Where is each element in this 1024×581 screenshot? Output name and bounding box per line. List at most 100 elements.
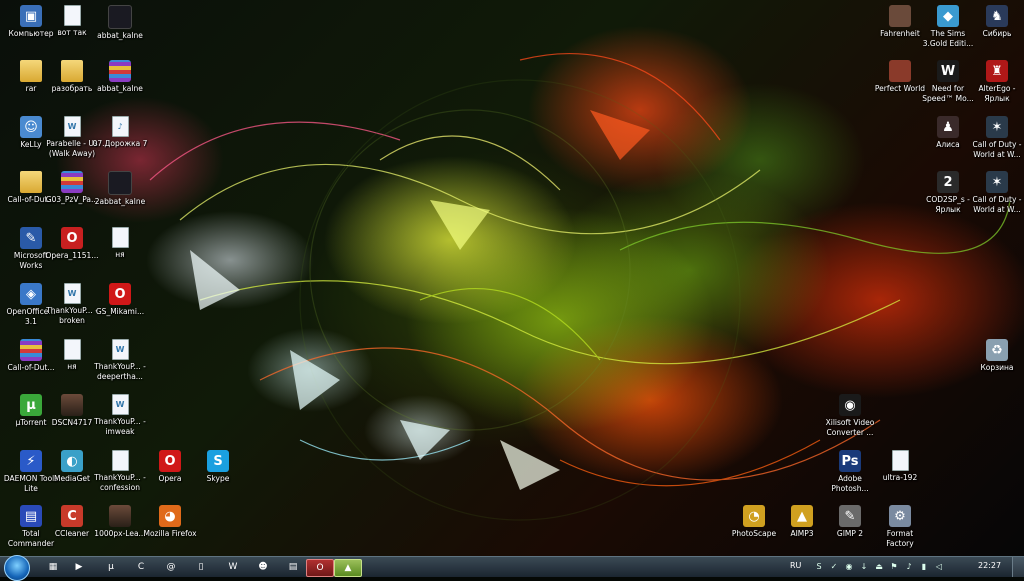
ccleaner-icon[interactable]: C	[130, 559, 152, 575]
game-cod-icon: ✶	[986, 171, 1008, 193]
desktop-icon[interactable]: ♻ Корзина	[969, 339, 1024, 373]
ccleaner-icon: C	[61, 505, 83, 527]
desktop-icon[interactable]: O GS_Mikami...	[92, 283, 148, 317]
desktop-icon[interactable]: Ps Adobe Photosh...	[822, 450, 878, 493]
recycle-bin-icon: ♻	[986, 339, 1008, 361]
speaker-icon[interactable]: ◁	[934, 560, 944, 572]
antivirus-icon[interactable]: ✓	[829, 560, 839, 572]
photoscape-icon: ◔	[743, 505, 765, 527]
desktop-icon-label: GS_Mikami...	[95, 307, 145, 316]
game-alice-icon: ♟	[937, 116, 959, 138]
skype-icon[interactable]: S	[814, 560, 824, 572]
desktop-icon[interactable]: 2 COD2SP_s - Ярлык	[920, 171, 976, 214]
desktop-icon[interactable]: ThankYouP... - confession	[92, 450, 148, 492]
winrar-icon	[61, 171, 83, 193]
works-icon: ✎	[20, 227, 42, 249]
opera-icon: O	[109, 283, 131, 305]
word-document-icon: W	[63, 116, 81, 137]
start-button[interactable]	[4, 555, 30, 581]
desktop-icon[interactable]: ◆ The Sims 3.Gold Editi...	[920, 5, 976, 48]
desktop-icon[interactable]: abbat_kalne	[92, 60, 148, 94]
word-document-icon: W	[111, 339, 129, 360]
desktop-icon[interactable]: ultra-192	[872, 450, 928, 483]
desktop-icon-label: abbat_kalne	[97, 84, 143, 93]
desktop-icon[interactable]: ✶ Call of Duty - World at W...	[969, 171, 1024, 214]
users-icon: ☺	[20, 116, 42, 138]
media-player-icon[interactable]: ▶	[68, 559, 90, 575]
desktop-icon-label: 1000px-Lea...	[94, 529, 146, 538]
opera-icon: O	[159, 450, 181, 472]
aimp-icon: ▲	[791, 505, 813, 527]
firefox-icon: ◕	[159, 505, 181, 527]
computer-icon: ▣	[20, 5, 42, 27]
game-syberia-icon: ♞	[986, 5, 1008, 27]
battery-icon[interactable]: ▮	[919, 560, 929, 572]
desktop-icon-label: Mozilla Firefox	[143, 529, 197, 538]
folder-icon	[20, 60, 42, 82]
desktop-icon-label: ThankYouP... - confession	[94, 473, 146, 492]
desktop-icon-label: ня	[115, 250, 125, 259]
taskbar: ▦ ▶ µ C @ ▯ W ☻ ▤ O ▲ RU S ✓ ◉ ↓ ⏏ ⚑ ♪ ▮ ◁ 22:27	[0, 555, 1024, 581]
desktop-icon[interactable]: ♜ AlterEgo - Ярлык	[969, 60, 1024, 103]
desktop-icon-label: abbat_kalne	[97, 31, 143, 40]
desktop-icon[interactable]: ня	[92, 227, 148, 260]
mail-agent-icon[interactable]: @	[160, 559, 182, 575]
desktop-icon-label: AlterEgo - Ярлык	[978, 84, 1016, 103]
desktop-icon-label: Корзина	[980, 363, 1014, 372]
show-desktop-button[interactable]	[1012, 557, 1024, 577]
desktop-icon-label: Алиса	[936, 140, 960, 149]
total-commander-icon: ▤	[20, 505, 42, 527]
desktop-icon[interactable]: ⚙ Format Factory	[872, 505, 928, 548]
desktop-icon[interactable]: 2abbat_kalne	[92, 171, 148, 207]
explorer-icon[interactable]: ▦	[42, 559, 64, 575]
desktop-icon[interactable]: 1000px-Lea...	[92, 505, 148, 539]
openoffice-icon: ◈	[20, 283, 42, 305]
desktop-icon[interactable]: ◕ Mozilla Firefox	[142, 505, 198, 539]
desktop-icon[interactable]: W Need for Speed™ Mo...	[920, 60, 976, 103]
dark-file-icon	[108, 171, 132, 195]
winrar-icon	[109, 60, 131, 82]
desktop-icon-label: Call of Duty - World at W...	[972, 195, 1022, 214]
folder-icon	[20, 171, 42, 193]
desktop-icon[interactable]: ✶ Call of Duty - World at W...	[969, 116, 1024, 159]
document-icon	[891, 450, 909, 471]
desktop-icon[interactable]: W ThankYouP... - deeperthа...	[92, 339, 148, 381]
game-perfect-world-icon	[889, 60, 911, 82]
safely-remove-icon[interactable]: ⏏	[874, 560, 884, 572]
desktop-icon[interactable]: ♪ 07.Дорожка 7	[92, 116, 148, 149]
game-cod-icon: ✶	[986, 116, 1008, 138]
game-nfs-icon: W	[937, 60, 959, 82]
language-indicator[interactable]: RU	[790, 561, 801, 570]
desktop-icon[interactable]: ♟ Алиса	[920, 116, 976, 150]
folder-icon	[61, 60, 83, 82]
utorrent-icon[interactable]: µ	[100, 559, 122, 575]
sims-icon: ◆	[937, 5, 959, 27]
clock[interactable]: 22:27	[978, 561, 1001, 570]
document-icon[interactable]: ▯	[190, 559, 212, 575]
game-cod2-icon: 2	[937, 171, 959, 193]
document-icon	[111, 450, 129, 471]
smiley-icon[interactable]: ☻	[252, 559, 274, 575]
aimp-icon[interactable]: ▲	[334, 559, 362, 577]
desktop-icon-label: ThankYouP... - imweak	[94, 417, 146, 436]
desktop-icon[interactable]: W ThankYouP... - imweak	[92, 394, 148, 436]
notepad-icon[interactable]: ▤	[282, 559, 304, 575]
desktop-icon-label: COD2SP_s - Ярлык	[926, 195, 970, 214]
desktop-icon[interactable]: S Skype	[190, 450, 246, 484]
game-fahrenheit-icon	[889, 5, 911, 27]
desktop-icon[interactable]: ♞ Сибирь	[969, 5, 1024, 39]
opera-icon[interactable]: O	[306, 559, 334, 577]
desktop-icon[interactable]: abbat_kalne	[92, 5, 148, 41]
word-document-icon: W	[63, 283, 81, 304]
desktop-icon-label: GIMP 2	[836, 529, 864, 538]
flag-icon[interactable]: ⚑	[889, 560, 899, 572]
volume-icon[interactable]: ♪	[904, 560, 914, 572]
desktop-icon-label: Format Factory	[886, 529, 914, 548]
desktop-icon[interactable]: ◉ Xilisoft Video Converter ...	[822, 394, 878, 437]
desktop-icon-label: The Sims 3.Gold Editi...	[922, 29, 974, 48]
word-icon[interactable]: W	[222, 559, 244, 575]
network-icon[interactable]: ◉	[844, 560, 854, 572]
xilisoft-icon: ◉	[839, 394, 861, 416]
download-icon[interactable]: ↓	[859, 560, 869, 572]
desktop-icon[interactable]: ✎ GIMP 2	[822, 505, 878, 539]
